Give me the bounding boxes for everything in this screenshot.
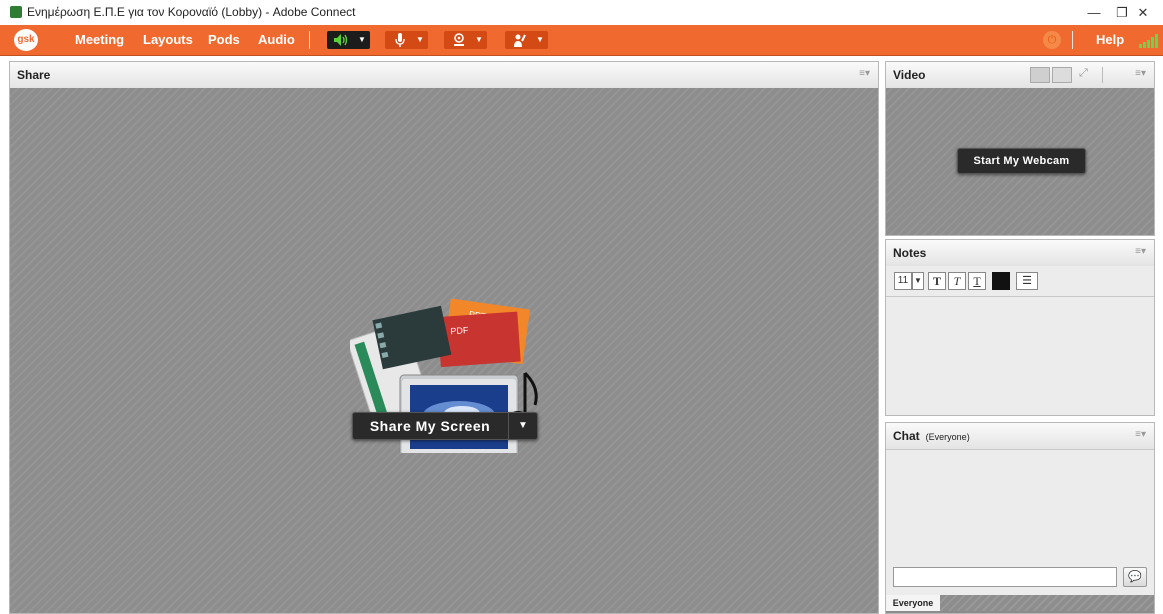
- close-button[interactable]: ✕: [1123, 2, 1163, 24]
- share-pod-title: Share: [17, 68, 51, 82]
- underline-button[interactable]: T: [968, 272, 986, 290]
- raise-hand-button[interactable]: ▼: [505, 31, 548, 49]
- window-titlebar: Ενημέρωση Ε.Π.Ε για τον Κορoναϊό (Lobby)…: [0, 0, 1163, 25]
- notes-pod-title: Notes: [893, 246, 927, 260]
- share-my-screen-button[interactable]: Share My Screen ▼: [352, 412, 538, 440]
- microphone-button[interactable]: ▼: [385, 31, 428, 49]
- share-pod-body: PPT PDF: [10, 88, 878, 613]
- chevron-down-icon[interactable]: ▼: [536, 31, 544, 49]
- grid-view-icon[interactable]: [1030, 67, 1050, 83]
- chevron-down-icon[interactable]: ▼: [912, 272, 924, 290]
- fullscreen-icon[interactable]: ⤢: [1079, 67, 1088, 80]
- video-pod: Video ⤢ ≡▾ Start My Webcam: [885, 61, 1155, 236]
- pod-options-icon[interactable]: ≡▾: [1135, 246, 1146, 257]
- chat-audience-label: (Everyone): [925, 432, 970, 442]
- bullet-list-icon[interactable]: ☰: [1016, 272, 1038, 290]
- video-pod-title: Video: [893, 68, 926, 82]
- share-pod: Share ≡▾ PPT PDF: [9, 61, 879, 614]
- chat-title-label: Chat: [893, 429, 920, 443]
- connection-signal-icon: [1138, 34, 1160, 48]
- menu-audio[interactable]: Audio: [258, 32, 295, 47]
- power-icon[interactable]: ⏻: [1043, 31, 1061, 49]
- gsk-logo: gsk: [14, 29, 38, 51]
- pdf-label: PDF: [450, 325, 469, 336]
- raise-hand-icon: [508, 31, 532, 49]
- start-webcam-button[interactable]: Start My Webcam: [957, 148, 1086, 174]
- send-message-icon[interactable]: 💬: [1123, 567, 1147, 587]
- microphone-icon: [388, 31, 412, 49]
- filmstrip-view-icon[interactable]: [1052, 67, 1072, 83]
- pod-options-icon[interactable]: ≡▾: [1135, 68, 1146, 79]
- chat-tabs: Everyone: [886, 595, 1154, 611]
- notes-toolbar: 11 ▼ T T T ☰: [886, 266, 1154, 297]
- notes-text-area[interactable]: [886, 297, 1154, 415]
- window-title: Ενημέρωση Ε.Π.Ε για τον Κορoναϊό (Lobby)…: [27, 5, 356, 19]
- menu-divider: [1072, 31, 1073, 49]
- menu-layouts[interactable]: Layouts: [143, 32, 193, 47]
- chat-pod: Chat (Everyone) ≡▾ 💬 Everyone: [885, 422, 1155, 614]
- video-pod-body: Start My Webcam: [886, 88, 1154, 235]
- menu-bar: gsk Meeting Layouts Pods Audio ▼ ▼ ▼ ▼ ⏻…: [0, 25, 1163, 56]
- notes-pod-header: Notes ≡▾: [886, 240, 1154, 267]
- camera-button[interactable]: ▼: [444, 31, 487, 49]
- chat-input[interactable]: [893, 567, 1117, 587]
- chevron-down-icon[interactable]: ▼: [509, 413, 537, 439]
- text-color-picker[interactable]: [992, 272, 1010, 290]
- speaker-icon: [330, 31, 354, 49]
- tab-everyone[interactable]: Everyone: [886, 595, 940, 611]
- app-icon: [10, 6, 22, 18]
- chevron-down-icon[interactable]: ▼: [475, 31, 483, 49]
- menu-pods[interactable]: Pods: [208, 32, 240, 47]
- italic-button[interactable]: T: [948, 272, 966, 290]
- camera-icon: [447, 31, 471, 49]
- share-my-screen-label: Share My Screen: [369, 418, 491, 434]
- speaker-button[interactable]: ▼: [327, 31, 370, 49]
- notes-pod: Notes ≡▾ 11 ▼ T T T ☰: [885, 239, 1155, 416]
- video-pod-header: Video ⤢ ≡▾: [886, 62, 1154, 89]
- pod-options-icon[interactable]: ≡▾: [859, 68, 870, 79]
- share-pod-header: Share ≡▾: [10, 62, 878, 89]
- font-size-select[interactable]: 11: [894, 272, 912, 290]
- menu-help[interactable]: Help: [1096, 32, 1124, 47]
- chevron-down-icon[interactable]: ▼: [416, 31, 424, 49]
- chat-pod-title: Chat (Everyone): [893, 429, 970, 443]
- chat-pod-header: Chat (Everyone) ≡▾: [886, 423, 1154, 450]
- chevron-down-icon[interactable]: ▼: [358, 31, 366, 49]
- menu-meeting[interactable]: Meeting: [75, 32, 124, 47]
- menu-divider: [309, 31, 310, 49]
- bold-button[interactable]: T: [928, 272, 946, 290]
- pod-options-icon[interactable]: ≡▾: [1135, 429, 1146, 440]
